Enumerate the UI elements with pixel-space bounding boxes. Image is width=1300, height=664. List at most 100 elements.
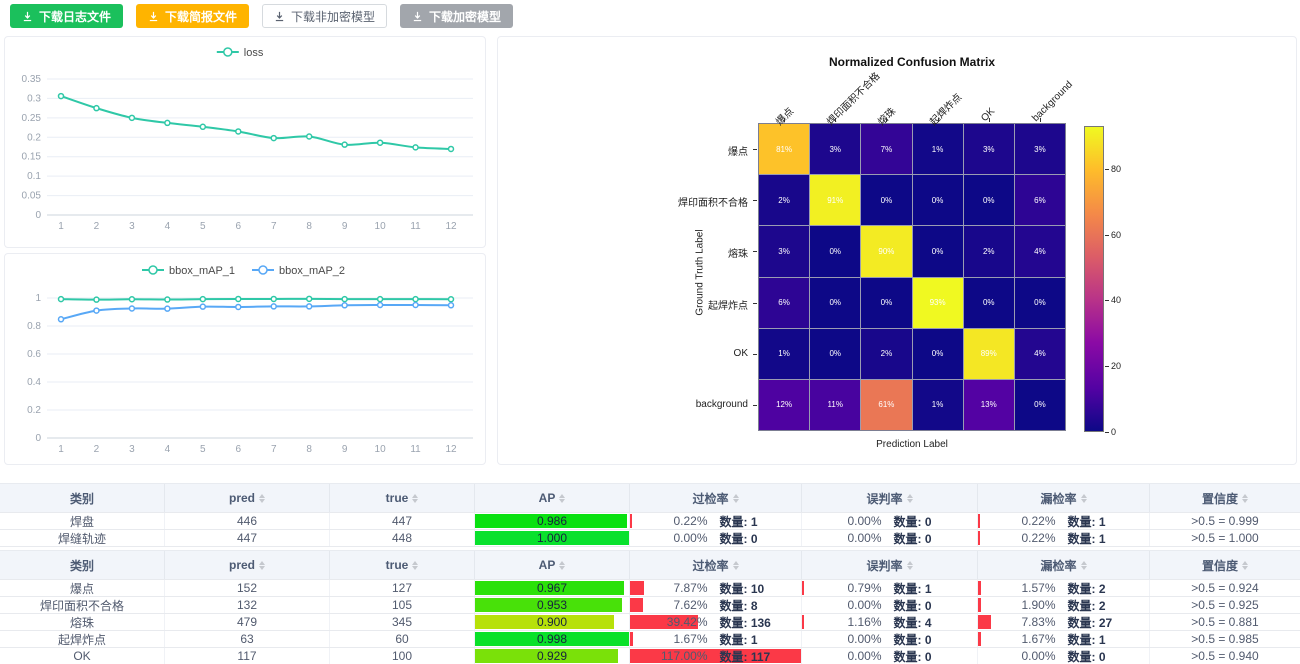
cell-confidence: >0.5 = 0.999 [1150,513,1300,529]
sort-icon[interactable] [259,558,265,573]
matrix-cell: 0% [964,278,1014,328]
svg-text:1: 1 [58,444,64,455]
download-icon [22,11,33,22]
cell-confidence: >0.5 = 0.985 [1150,631,1300,647]
cell-misjudge: 1.16%数量: 4 [802,614,978,630]
sort-icon[interactable] [412,558,418,573]
matrix-x-label: 焊印面积不合格 [822,68,882,128]
table-row: 熔珠4793450.90039.42%数量: 1361.16%数量: 47.83… [0,614,1300,631]
sort-icon[interactable] [907,558,913,573]
matrix-cell: 3% [964,124,1014,174]
cell-ap: 0.900 [475,614,630,630]
colorbar-tick-label: 40 [1111,295,1121,305]
sort-icon[interactable] [907,491,913,506]
table-row: 起焊炸点63600.9981.67%数量: 10.00%数量: 01.67%数量… [0,631,1300,648]
column-header-true[interactable]: true [330,484,475,512]
matrix-cell: 0% [913,329,963,379]
matrix-cell: 0% [913,175,963,225]
cell-overkill: 0.00%数量: 0 [630,530,802,546]
legend-item[interactable]: loss [217,47,264,59]
matrix-cell: 7% [861,124,911,174]
column-header-miss[interactable]: 漏检率 [978,484,1150,512]
table-row: 爆点1521270.9677.87%数量: 100.79%数量: 11.57%数… [0,580,1300,597]
sort-icon[interactable] [1242,491,1248,506]
column-header-overkill[interactable]: 过检率 [630,551,802,579]
legend-item[interactable]: bbox_mAP_2 [252,265,345,277]
cell-miss: 1.90%数量: 2 [978,597,1150,613]
matrix-y-label: 熔珠 [598,245,748,260]
column-header-ap[interactable]: AP [475,551,630,579]
cell-pred: 479 [165,614,330,630]
matrix-y-label: 爆点 [598,143,748,158]
sort-icon[interactable] [412,491,418,506]
cell-misjudge: 0.00%数量: 0 [802,648,978,664]
matrix-cell: 11% [810,380,860,430]
download-icon [274,11,285,22]
matrix-cell: 0% [913,226,963,276]
cell-pred: 63 [165,631,330,647]
cell-true: 448 [330,530,475,546]
cell-pred: 152 [165,580,330,596]
svg-text:0.35: 0.35 [22,74,42,85]
download-log-button[interactable]: 下载日志文件 [10,4,123,28]
column-header-true[interactable]: true [330,551,475,579]
svg-text:4: 4 [165,221,171,232]
matrix-cell: 4% [1015,329,1065,379]
column-header-conf[interactable]: 置信度 [1150,484,1300,512]
svg-text:8: 8 [306,221,312,232]
matrix-cell: 0% [810,329,860,379]
matrix-cell: 12% [759,380,809,430]
sort-icon[interactable] [1081,558,1087,573]
sort-icon[interactable] [1081,491,1087,506]
column-header-misjudge[interactable]: 误判率 [802,484,978,512]
sort-icon[interactable] [559,491,565,506]
matrix-cell: 90% [861,226,911,276]
confusion-matrix-grid: 81%3%7%1%3%3%2%91%0%0%0%6%3%0%90%0%2%4%6… [758,123,1066,431]
matrix-y-label: 起焊炸点 [598,297,748,312]
column-header-conf[interactable]: 置信度 [1150,551,1300,579]
cell-true: 447 [330,513,475,529]
sort-icon[interactable] [1242,558,1248,573]
svg-text:5: 5 [200,444,206,455]
cell-misjudge: 0.00%数量: 0 [802,530,978,546]
download-report-label: 下载简报文件 [165,8,237,25]
svg-text:11: 11 [410,221,421,232]
sort-icon[interactable] [733,491,739,506]
sort-icon[interactable] [559,558,565,573]
matrix-cell: 3% [759,226,809,276]
download-plain-model-button[interactable]: 下载非加密模型 [262,4,387,28]
map-chart-panel: 00.20.40.60.81123456789101112bbox_mAP_1b… [4,253,486,465]
column-header-pred[interactable]: pred [165,551,330,579]
column-header-misjudge[interactable]: 误判率 [802,551,978,579]
column-header-miss[interactable]: 漏检率 [978,551,1150,579]
svg-text:0.2: 0.2 [27,405,41,416]
rate-bar [978,615,991,629]
download-encrypted-model-button[interactable]: 下载加密模型 [400,4,513,28]
svg-text:0.4: 0.4 [27,377,41,388]
table-header-row: 类别predtrueAP过检率误判率漏检率置信度 [0,551,1300,580]
download-log-label: 下载日志文件 [39,8,111,25]
cell-overkill: 117.00%数量: 117 [630,648,802,664]
column-header-pred[interactable]: pred [165,484,330,512]
cell-confidence: >0.5 = 0.940 [1150,648,1300,664]
sort-icon[interactable] [733,558,739,573]
svg-text:0.2: 0.2 [27,132,41,143]
svg-text:9: 9 [342,444,348,455]
cell-pred: 447 [165,530,330,546]
column-header-ap[interactable]: AP [475,484,630,512]
matrix-cell: 0% [861,175,911,225]
legend-item[interactable]: bbox_mAP_1 [142,265,235,277]
svg-text:8: 8 [306,444,312,455]
svg-text:0.6: 0.6 [27,349,41,360]
loss-line-chart: 00.050.10.150.20.250.30.3512345678910111… [5,37,485,247]
cell-miss: 1.67%数量: 1 [978,631,1150,647]
prediction-label-axis-title: Prediction Label [758,439,1066,450]
rate-bar [978,531,980,545]
download-report-button[interactable]: 下载简报文件 [136,4,249,28]
cell-pred: 446 [165,513,330,529]
rate-bar [978,581,981,595]
sort-icon[interactable] [259,491,265,506]
cell-overkill: 7.62%数量: 8 [630,597,802,613]
svg-text:10: 10 [375,444,387,455]
column-header-overkill[interactable]: 过检率 [630,484,802,512]
